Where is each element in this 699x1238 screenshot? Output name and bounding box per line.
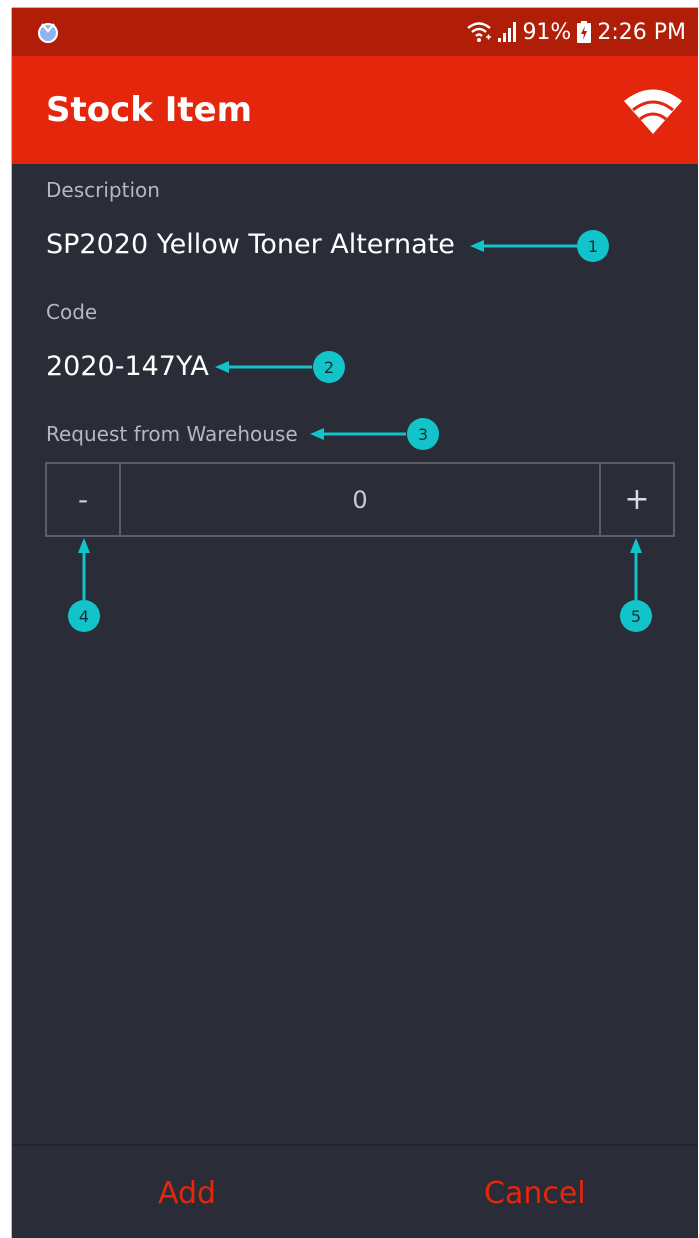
cancel-button[interactable]: Cancel [484, 1176, 586, 1211]
annotation-1: 1 [470, 230, 609, 262]
status-time: 2:26 PM [597, 19, 686, 45]
page-title: Stock Item [46, 90, 253, 130]
wifi-icon[interactable] [624, 88, 682, 134]
app-bar: Stock Item [12, 56, 698, 164]
code-value: 2020-147YA [46, 351, 209, 382]
decrement-button[interactable]: - [47, 464, 121, 535]
add-button[interactable]: Add [158, 1176, 216, 1211]
cell-signal-icon [498, 22, 517, 42]
battery-charging-icon [577, 21, 592, 43]
description-value: SP2020 Yellow Toner Alternate [46, 229, 455, 260]
battery-percent: 91% [522, 19, 572, 45]
description-label: Description [46, 178, 160, 202]
annotation-3: 3 [310, 418, 439, 450]
annotation-2: 2 [215, 351, 345, 383]
bottom-action-bar: Add Cancel [12, 1144, 698, 1238]
quantity-stepper: - 0 + [45, 462, 675, 537]
annotation-4-label: 4 [79, 607, 89, 626]
request-label: Request from Warehouse [46, 422, 298, 446]
wifi-signal-icon [467, 22, 492, 42]
status-bar: 91% 2:26 PM [12, 8, 698, 56]
app-screen: 91% 2:26 PM Stock Item Description SP202… [12, 8, 698, 1238]
annotation-2-label: 2 [324, 358, 334, 377]
notification-app-icon [38, 23, 58, 43]
code-label: Code [46, 300, 98, 324]
annotation-1-label: 1 [588, 237, 598, 256]
annotation-4: 4 [68, 538, 100, 632]
annotation-5-label: 5 [631, 607, 641, 626]
annotation-3-label: 3 [418, 425, 428, 444]
annotation-5: 5 [620, 538, 652, 632]
increment-button[interactable]: + [599, 464, 673, 535]
quantity-input[interactable]: 0 [121, 464, 599, 535]
